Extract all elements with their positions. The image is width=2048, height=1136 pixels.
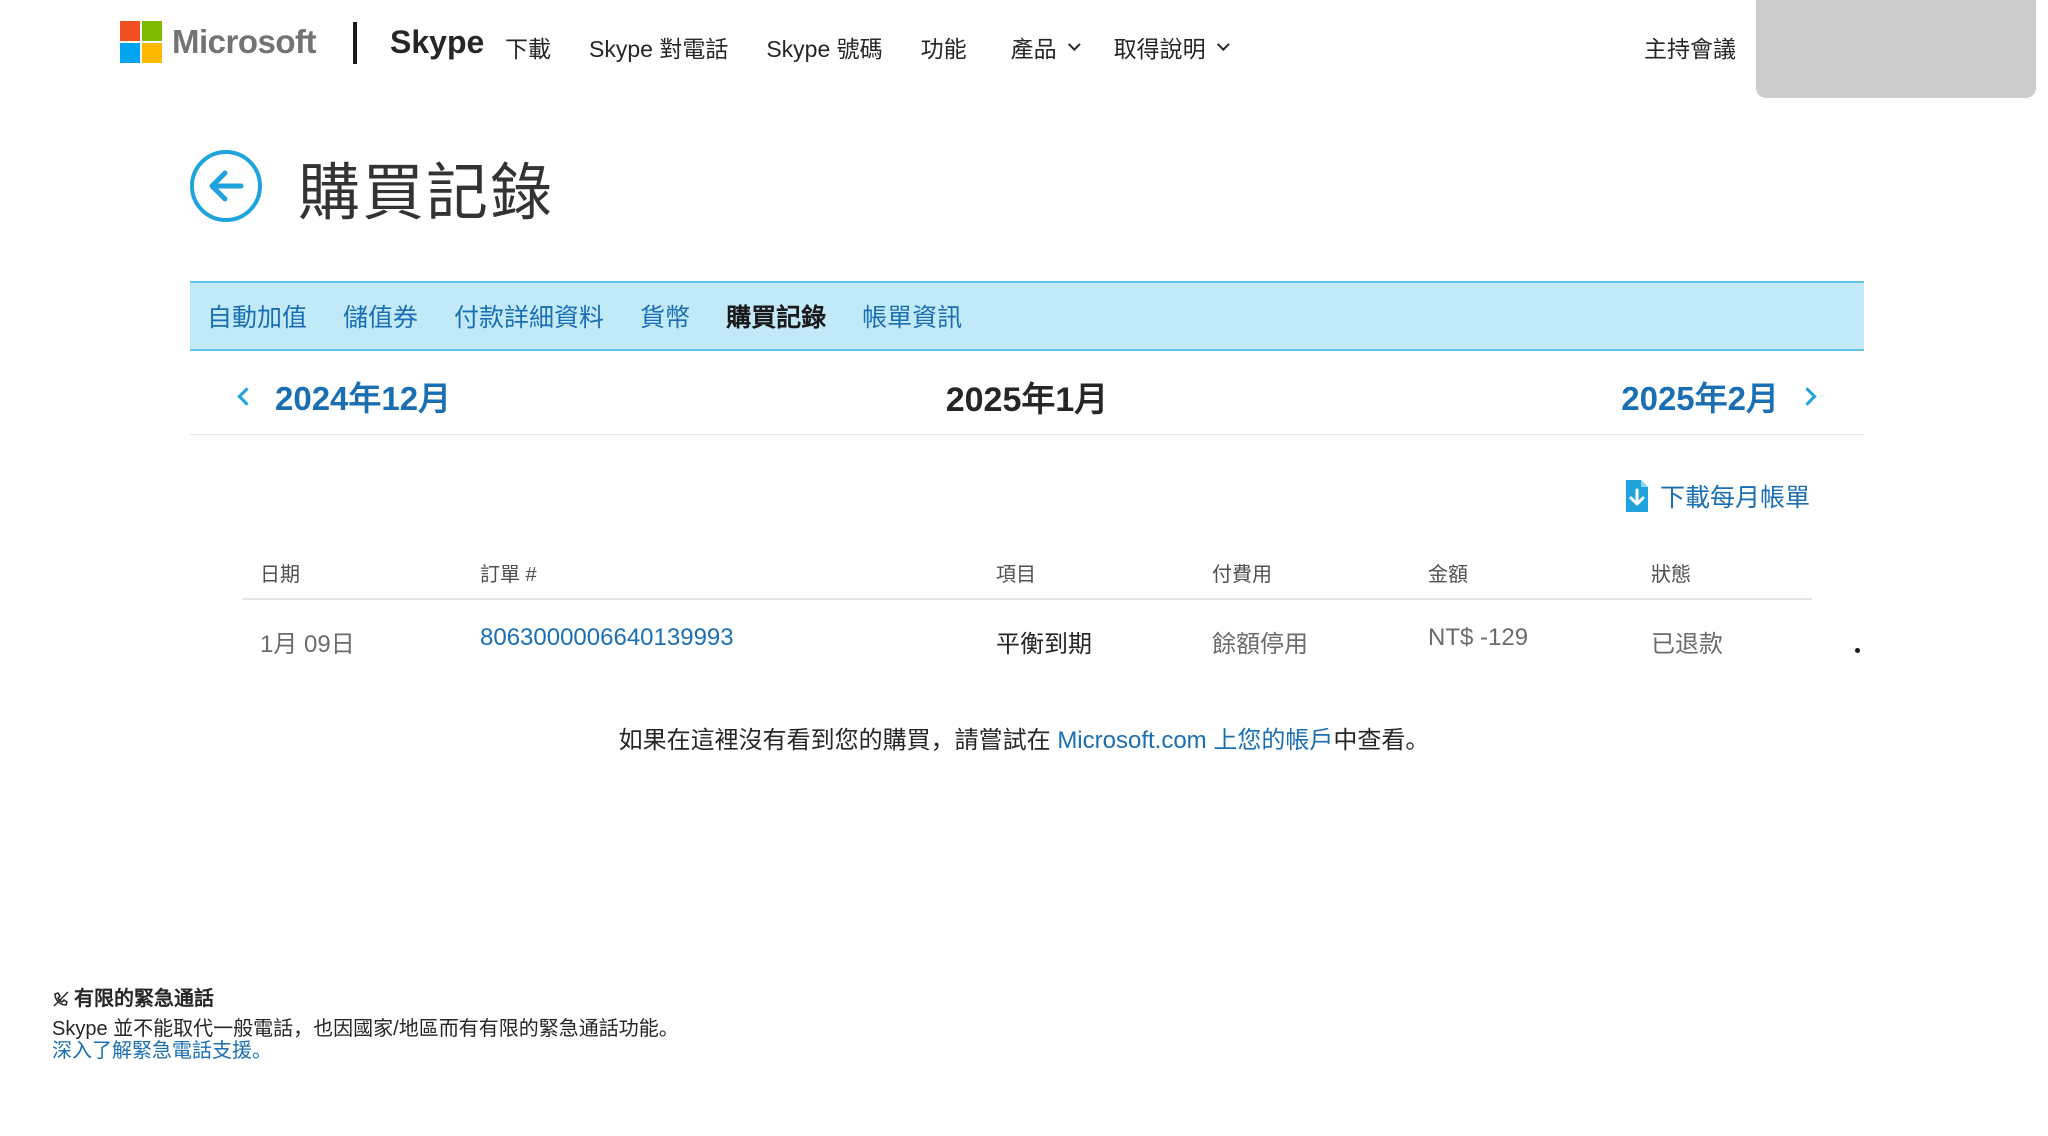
- microsoft-logo[interactable]: Microsoft: [120, 20, 317, 64]
- page-title: 購買記錄: [298, 159, 555, 228]
- back-button[interactable]: [190, 150, 262, 222]
- decorative-dot: [1855, 648, 1860, 653]
- tab-purchase-history[interactable]: 購買記錄: [726, 298, 826, 334]
- nav-item-label: Skype 號碼: [766, 36, 883, 62]
- nav-menu: 下載 Skype 對電話 Skype 號碼 功能 產品 取得說明: [505, 30, 1263, 64]
- top-navigation: Microsoft Skype 下載 Skype 對電話 Skype 號碼 功能…: [0, 0, 2048, 100]
- column-header-date: 日期: [260, 564, 300, 586]
- nav-item-features[interactable]: 功能: [921, 30, 967, 64]
- skype-home-link[interactable]: Skype: [390, 24, 484, 61]
- column-header-status: 狀態: [1651, 564, 1691, 586]
- microsoft-wordmark: Microsoft: [172, 23, 317, 60]
- column-header-payment: 付費用: [1212, 564, 1272, 586]
- tab-vouchers[interactable]: 儲值券: [343, 298, 418, 334]
- chevron-down-icon: [1216, 37, 1230, 51]
- footer-heading-text: 有限的緊急通話: [74, 988, 214, 1010]
- nav-divider: [353, 22, 357, 64]
- previous-month-link[interactable]: 2024年12月: [237, 372, 452, 420]
- account-tabs: 自動加值 儲值券 付款詳細資料 貨幣 購買記錄 帳單資訊: [190, 281, 1864, 351]
- table-row: 1月 09日 8063000006640139993 平衡到期 餘額停用 NT$…: [242, 600, 1812, 672]
- column-header-amount: 金額: [1428, 564, 1468, 586]
- next-month-label: 2025年2月: [1621, 380, 1779, 417]
- nav-item-get-help[interactable]: 取得說明: [1113, 30, 1230, 64]
- microsoft-logo-icon: [120, 21, 162, 63]
- month-navigation: 2024年12月 2025年1月 2025年2月: [190, 352, 1864, 435]
- purchase-notice: 如果在這裡沒有看到您的購買，請嘗試在 Microsoft.com 上您的帳戶中查…: [0, 720, 2048, 755]
- footer-text: Skype 並不能取代一般電話，也因國家/地區而有有限的緊急通話功能。: [52, 1018, 679, 1040]
- tab-billing-info[interactable]: 帳單資訊: [862, 298, 962, 334]
- row-order-link[interactable]: 8063000006640139993: [480, 624, 734, 652]
- next-month-link[interactable]: 2025年2月: [1621, 372, 1817, 420]
- nav-item-label: 下載: [505, 36, 551, 62]
- column-header-order: 訂單 #: [480, 564, 537, 586]
- footer-heading: 有限的緊急通話: [52, 988, 679, 1010]
- no-emergency-call-icon: [53, 991, 69, 1007]
- download-document-icon: [1626, 480, 1648, 512]
- row-payment: 餘額停用: [1212, 631, 1308, 658]
- nav-item-products[interactable]: 產品: [1010, 30, 1081, 64]
- row-status: 已退款: [1651, 631, 1723, 658]
- notice-text-before: 如果在這裡沒有看到您的購買，請嘗試在: [618, 727, 1058, 754]
- notice-text-after: 中查看。: [1333, 727, 1430, 754]
- nav-item-label: Skype 對電話: [589, 36, 729, 62]
- tab-payment-details[interactable]: 付款詳細資料: [454, 298, 604, 334]
- tab-auto-recharge[interactable]: 自動加值: [207, 298, 307, 334]
- previous-month-label: 2024年12月: [275, 380, 452, 417]
- purchase-table: 日期 訂單 # 項目 付費用 金額 狀態 1月 09日 806300000664…: [242, 552, 1812, 672]
- chevron-right-icon: [1798, 386, 1817, 406]
- nav-item-label: 產品: [1010, 36, 1057, 62]
- host-meeting-link[interactable]: 主持會議: [1644, 30, 1736, 64]
- nav-item-label: 取得說明: [1113, 36, 1206, 62]
- download-label: 下載每月帳單: [1660, 484, 1811, 512]
- column-header-item: 項目: [996, 564, 1036, 586]
- table-header: 日期 訂單 # 項目 付費用 金額 狀態: [242, 552, 1812, 600]
- account-menu-button[interactable]: [1756, 0, 2036, 98]
- row-amount: NT$ -129: [1428, 624, 1529, 651]
- row-date: 1月 09日: [260, 631, 355, 658]
- download-monthly-statement-link[interactable]: 下載每月帳單: [1624, 478, 1810, 514]
- row-item: 平衡到期: [996, 631, 1092, 658]
- chevron-down-icon: [1067, 37, 1081, 51]
- microsoft-account-link[interactable]: Microsoft.com 上您的帳戶: [1057, 727, 1333, 754]
- chevron-left-icon: [237, 386, 256, 406]
- nav-item-skype-to-phone[interactable]: Skype 對電話: [589, 30, 728, 64]
- arrow-left-icon: [209, 170, 244, 202]
- nav-item-label: 功能: [920, 36, 967, 62]
- nav-item-skype-number[interactable]: Skype 號碼: [766, 30, 882, 64]
- nav-item-download[interactable]: 下載: [505, 30, 551, 64]
- tab-currency[interactable]: 貨幣: [640, 298, 690, 334]
- emergency-calling-footer: 有限的緊急通話 Skype 並不能取代一般電話，也因國家/地區而有有限的緊急通話…: [52, 988, 679, 1062]
- emergency-support-link[interactable]: 深入了解緊急電話支援。: [52, 1040, 679, 1062]
